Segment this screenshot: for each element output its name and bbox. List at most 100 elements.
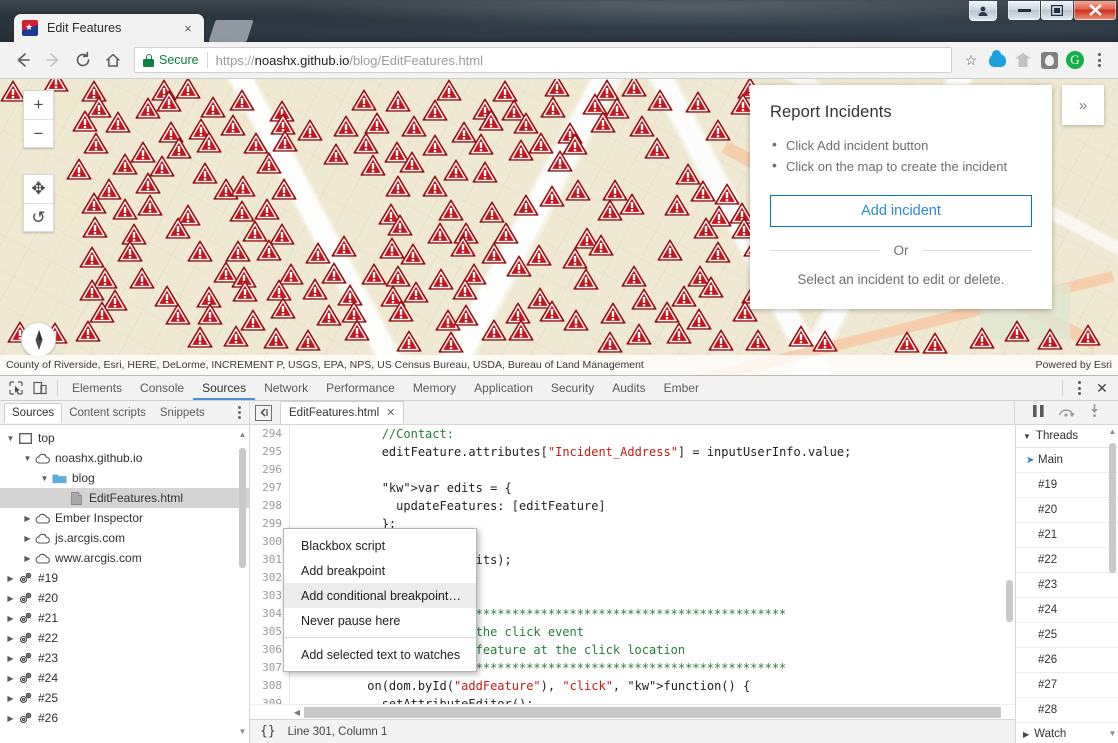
navtree-item[interactable]: ▶ #21 xyxy=(0,608,249,628)
thread-row[interactable]: #28 xyxy=(1016,698,1118,723)
chevron-right-icon[interactable]: ▶ xyxy=(21,534,34,543)
navtree-item[interactable]: ▶ #26 xyxy=(0,708,249,728)
incident-marker[interactable] xyxy=(135,172,161,195)
incident-marker[interactable] xyxy=(745,329,771,352)
incident-marker[interactable] xyxy=(353,132,379,155)
incident-marker[interactable] xyxy=(438,199,464,222)
incident-marker[interactable] xyxy=(621,79,647,98)
incident-marker[interactable] xyxy=(472,161,498,184)
navtree-item[interactable]: ▶ #24 xyxy=(0,668,249,688)
incident-marker[interactable] xyxy=(256,152,282,175)
file-tab-close-icon[interactable]: ✕ xyxy=(386,406,395,419)
scroll-thumb[interactable] xyxy=(304,706,1001,718)
chevron-right-icon[interactable]: ▶ xyxy=(4,674,17,683)
chevron-down-icon[interactable]: ▼ xyxy=(21,454,34,463)
incident-marker[interactable] xyxy=(229,89,255,112)
incident-marker[interactable] xyxy=(385,175,411,198)
address-bar[interactable]: Secure https://noashx.github.io/blog/Edi… xyxy=(134,47,952,73)
incident-marker[interactable] xyxy=(629,115,655,138)
chevron-right-icon[interactable]: ▶ xyxy=(4,694,17,703)
navtree-item[interactable]: ▼ top xyxy=(0,428,249,448)
back-button[interactable] xyxy=(8,45,38,75)
incident-marker[interactable] xyxy=(452,278,478,301)
incident-marker[interactable] xyxy=(1075,324,1101,347)
dark-square-extension-icon[interactable] xyxy=(1036,47,1062,73)
scroll-down-arrow[interactable]: ▼ xyxy=(238,727,247,739)
incident-marker[interactable] xyxy=(690,180,716,203)
incident-marker[interactable] xyxy=(323,143,349,166)
navtree-item[interactable]: ▶ #25 xyxy=(0,688,249,708)
scroll-thumb[interactable] xyxy=(239,448,246,568)
code-line[interactable]: editFeature.attributes["Incident_Address… xyxy=(291,443,1015,461)
incident-marker[interactable] xyxy=(254,198,280,221)
thread-row[interactable]: #26 xyxy=(1016,648,1118,673)
browser-menu-button[interactable] xyxy=(1088,53,1110,67)
line-number[interactable]: 296 xyxy=(250,461,289,479)
incident-marker[interactable] xyxy=(165,303,191,326)
incident-marker[interactable] xyxy=(422,175,448,198)
incident-marker[interactable] xyxy=(399,151,425,174)
incident-marker[interactable] xyxy=(705,241,731,264)
incident-marker[interactable] xyxy=(438,331,464,354)
incident-marker[interactable] xyxy=(540,96,566,119)
incident-marker[interactable] xyxy=(708,329,734,352)
context-menu-item[interactable]: Add selected text to watches xyxy=(284,642,476,667)
sources-navigator-tree[interactable]: ▲ ▼ ▼ top ▼ noashx.github.io ▼ blog EditFeatur… xyxy=(0,425,250,743)
incident-marker[interactable] xyxy=(547,150,573,173)
incident-marker[interactable] xyxy=(619,193,645,216)
inspect-element-icon[interactable] xyxy=(4,377,28,400)
incident-marker[interactable] xyxy=(117,240,143,263)
grammarly-extension-icon[interactable]: G xyxy=(1062,47,1088,73)
tab-performance[interactable]: Performance xyxy=(317,376,404,400)
navtree-item[interactable]: ▶ www.arcgis.com xyxy=(0,548,249,568)
incident-marker[interactable] xyxy=(196,131,222,154)
incident-marker[interactable] xyxy=(66,158,92,181)
pretty-print-button[interactable]: {} xyxy=(260,724,276,739)
incident-marker[interactable] xyxy=(453,304,479,327)
chevron-right-icon[interactable]: ▶ xyxy=(4,614,17,623)
editor-context-menu[interactable]: Blackbox script Add breakpoint Add conditi… xyxy=(283,528,477,672)
incident-marker[interactable] xyxy=(1037,328,1063,351)
thread-row[interactable]: #25 xyxy=(1016,623,1118,648)
device-toolbar-icon[interactable] xyxy=(28,377,52,400)
chevron-right-icon[interactable]: ▶ xyxy=(4,654,17,663)
incident-marker[interactable] xyxy=(197,303,223,326)
incident-marker[interactable] xyxy=(297,119,323,142)
map-viewport[interactable]: + − ✥ ↺ Report Incidents Click Add incid… xyxy=(0,79,1118,375)
tab-close-icon[interactable]: × xyxy=(180,21,196,36)
cloud-extension-icon[interactable] xyxy=(984,47,1010,73)
compass-button[interactable] xyxy=(21,322,56,357)
thread-row[interactable]: #27 xyxy=(1016,673,1118,698)
incident-marker[interactable] xyxy=(272,130,298,153)
toggle-navigator-button[interactable] xyxy=(255,404,272,421)
incident-marker[interactable] xyxy=(478,109,504,132)
incident-marker[interactable] xyxy=(481,319,507,342)
incident-marker[interactable] xyxy=(129,267,155,290)
navtree-item[interactable]: ▶ #23 xyxy=(0,648,249,668)
tab-console[interactable]: Console xyxy=(131,376,193,400)
chevron-right-icon[interactable]: ▶ xyxy=(21,514,34,523)
scroll-up-arrow[interactable]: ▲ xyxy=(238,430,247,442)
incident-marker[interactable] xyxy=(654,301,680,324)
code-line[interactable]: setAttributeEditor(); xyxy=(291,695,1015,704)
incident-marker[interactable] xyxy=(647,89,673,112)
incident-marker[interactable] xyxy=(657,239,683,262)
add-incident-button[interactable]: Add incident xyxy=(770,195,1032,227)
incident-marker[interactable] xyxy=(295,329,321,352)
code-line[interactable] xyxy=(291,461,1015,479)
editor-vertical-scrollbar[interactable] xyxy=(1004,425,1015,704)
chevron-right-icon[interactable]: ▶ xyxy=(4,574,17,583)
incident-marker[interactable] xyxy=(565,179,591,202)
line-number[interactable]: 298 xyxy=(250,497,289,515)
incident-marker[interactable] xyxy=(428,268,454,291)
line-number[interactable]: 294 xyxy=(250,425,289,443)
incident-marker[interactable] xyxy=(812,330,838,353)
scroll-left-arrow[interactable]: ◀ xyxy=(290,708,304,717)
tab-security[interactable]: Security xyxy=(542,376,603,400)
incident-marker[interactable] xyxy=(508,319,534,342)
editor-file-tab[interactable]: EditFeatures.html ✕ xyxy=(280,401,405,424)
thread-row[interactable]: #19 xyxy=(1016,473,1118,498)
new-tab-button[interactable] xyxy=(208,20,254,42)
incident-marker[interactable] xyxy=(400,243,426,266)
incident-marker[interactable] xyxy=(81,192,107,215)
